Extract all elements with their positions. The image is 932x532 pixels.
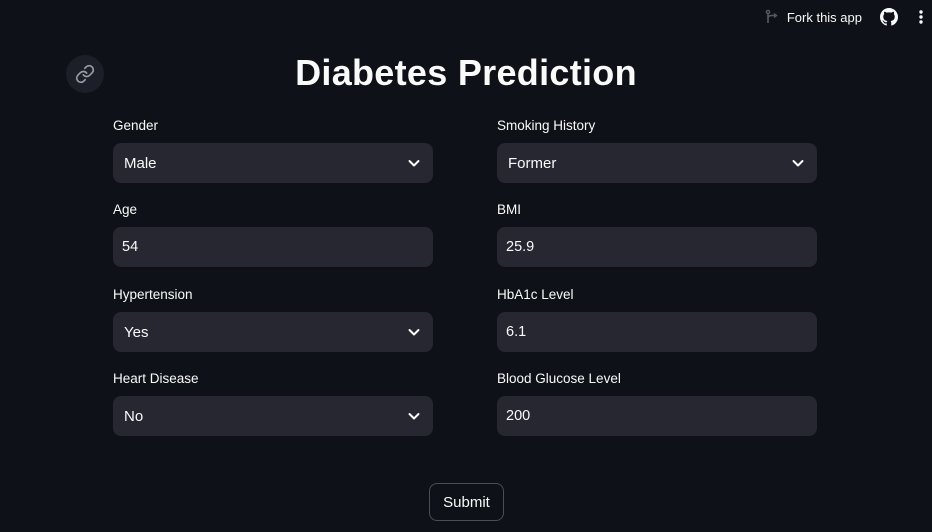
age-value: 54	[122, 239, 139, 255]
page-title: Diabetes Prediction	[295, 52, 637, 93]
bmi-field: BMI 25.9	[497, 201, 817, 267]
smoking-history-value: Former	[508, 154, 557, 172]
heart-disease-select[interactable]: No	[113, 396, 433, 436]
gender-field: Gender Male	[113, 117, 433, 183]
hypertension-select[interactable]: Yes	[113, 312, 433, 352]
blood-glucose-field: Blood Glucose Level 200	[497, 370, 817, 436]
age-label: Age	[113, 202, 138, 217]
blood-glucose-label: Blood Glucose Level	[497, 371, 621, 386]
age-field: Age 54	[113, 201, 433, 267]
blood-glucose-input[interactable]: 200	[497, 396, 817, 436]
chevron-down-icon	[407, 156, 421, 170]
chevron-down-icon	[407, 325, 421, 339]
hba1c-input[interactable]: 6.1	[497, 312, 817, 352]
blood-glucose-value: 200	[506, 408, 531, 424]
smoking-history-field: Smoking History Former	[497, 117, 817, 183]
hypertension-label: Hypertension	[113, 287, 193, 302]
hba1c-field: HbA1c Level 6.1	[497, 286, 817, 352]
gender-label: Gender	[113, 118, 159, 133]
bmi-input[interactable]: 25.9	[497, 227, 817, 267]
gender-select[interactable]: Male	[113, 143, 433, 183]
header-toolbar: Fork this app	[765, 6, 924, 28]
github-icon[interactable]	[880, 8, 898, 26]
chevron-down-icon	[791, 156, 805, 170]
gender-value: Male	[124, 154, 157, 172]
bmi-label: BMI	[497, 202, 522, 217]
heart-disease-field: Heart Disease No	[113, 370, 433, 436]
fork-icon	[765, 9, 779, 25]
app-page: Fork this app Diabetes Prediction Gender	[0, 0, 932, 532]
more-vertical-icon[interactable]	[918, 9, 924, 25]
smoking-history-select[interactable]: Former	[497, 143, 817, 183]
fork-app-label: Fork this app	[786, 9, 862, 25]
hba1c-value: 6.1	[506, 324, 527, 340]
heart-disease-label: Heart Disease	[113, 371, 199, 386]
age-input[interactable]: 54	[113, 227, 433, 267]
hypertension-field: Hypertension Yes	[113, 286, 433, 352]
bmi-value: 25.9	[506, 239, 535, 255]
chevron-down-icon	[407, 409, 421, 423]
heart-disease-value: No	[124, 407, 144, 425]
fork-app-button[interactable]: Fork this app	[765, 9, 862, 25]
hba1c-label: HbA1c Level	[497, 287, 574, 302]
hypertension-value: Yes	[124, 323, 149, 341]
submit-button[interactable]: Submit	[429, 483, 504, 521]
smoking-history-label: Smoking History	[497, 118, 596, 133]
